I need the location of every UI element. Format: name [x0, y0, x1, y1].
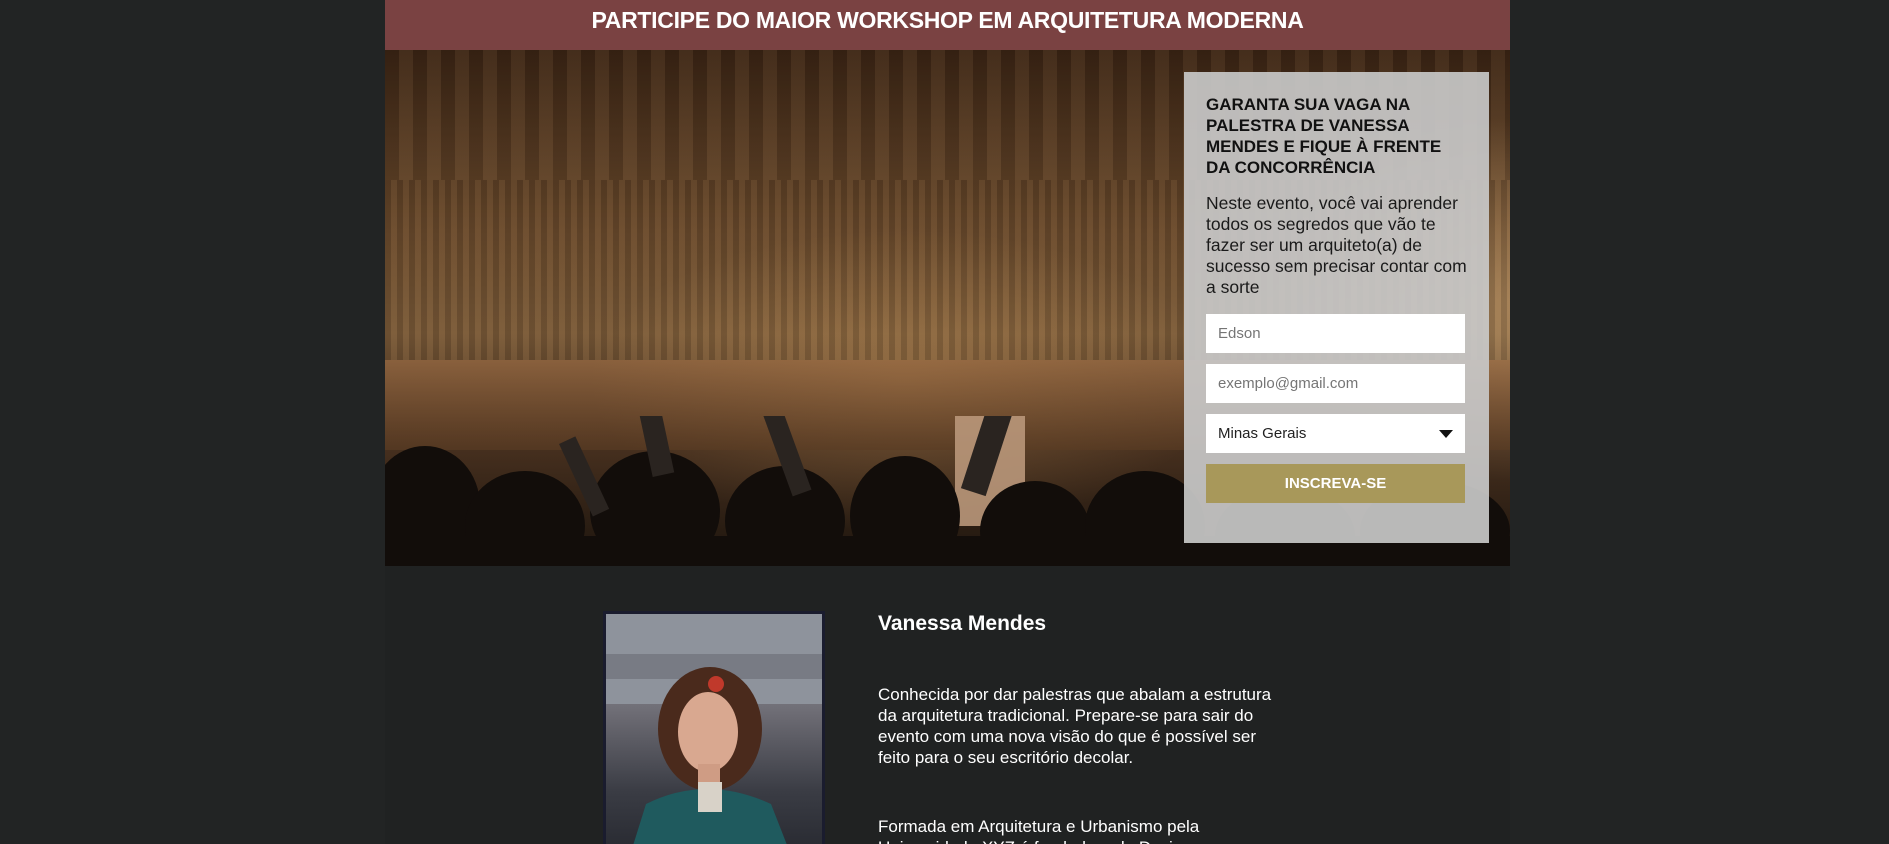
- signup-description: Neste evento, você vai aprender todos os…: [1206, 193, 1467, 297]
- speaker-portrait-image: [606, 614, 822, 844]
- hero-section: GARANTA SUA VAGA NA PALESTRA DE VANESSA …: [385, 50, 1510, 566]
- signup-card: GARANTA SUA VAGA NA PALESTRA DE VANESSA …: [1184, 72, 1489, 543]
- state-select[interactable]: Minas Gerais: [1206, 414, 1465, 453]
- speaker-name: Vanessa Mendes: [878, 612, 1047, 635]
- speaker-bio-paragraph: Conhecida por dar palestras que abalam a…: [878, 685, 1272, 767]
- name-input[interactable]: [1206, 314, 1465, 353]
- top-banner: PARTICIPE DO MAIOR WORKSHOP EM ARQUITETU…: [385, 0, 1510, 50]
- chevron-down-icon: [1439, 430, 1453, 438]
- speaker-photo: [603, 611, 825, 844]
- email-input[interactable]: [1206, 364, 1465, 403]
- signup-heading: GARANTA SUA VAGA NA PALESTRA DE VANESSA …: [1206, 95, 1442, 177]
- speaker-section: Vanessa Mendes Conhecida por dar palestr…: [385, 566, 1510, 844]
- state-select-value: Minas Gerais: [1218, 425, 1307, 442]
- banner-title: PARTICIPE DO MAIOR WORKSHOP EM ARQUITETU…: [591, 7, 1304, 33]
- subscribe-button[interactable]: INSCREVA-SE: [1206, 464, 1465, 503]
- speaker-bio-paragraph-2: Formada em Arquitetura e Urbanismo pela …: [878, 817, 1200, 844]
- landing-page: PARTICIPE DO MAIOR WORKSHOP EM ARQUITETU…: [385, 0, 1510, 844]
